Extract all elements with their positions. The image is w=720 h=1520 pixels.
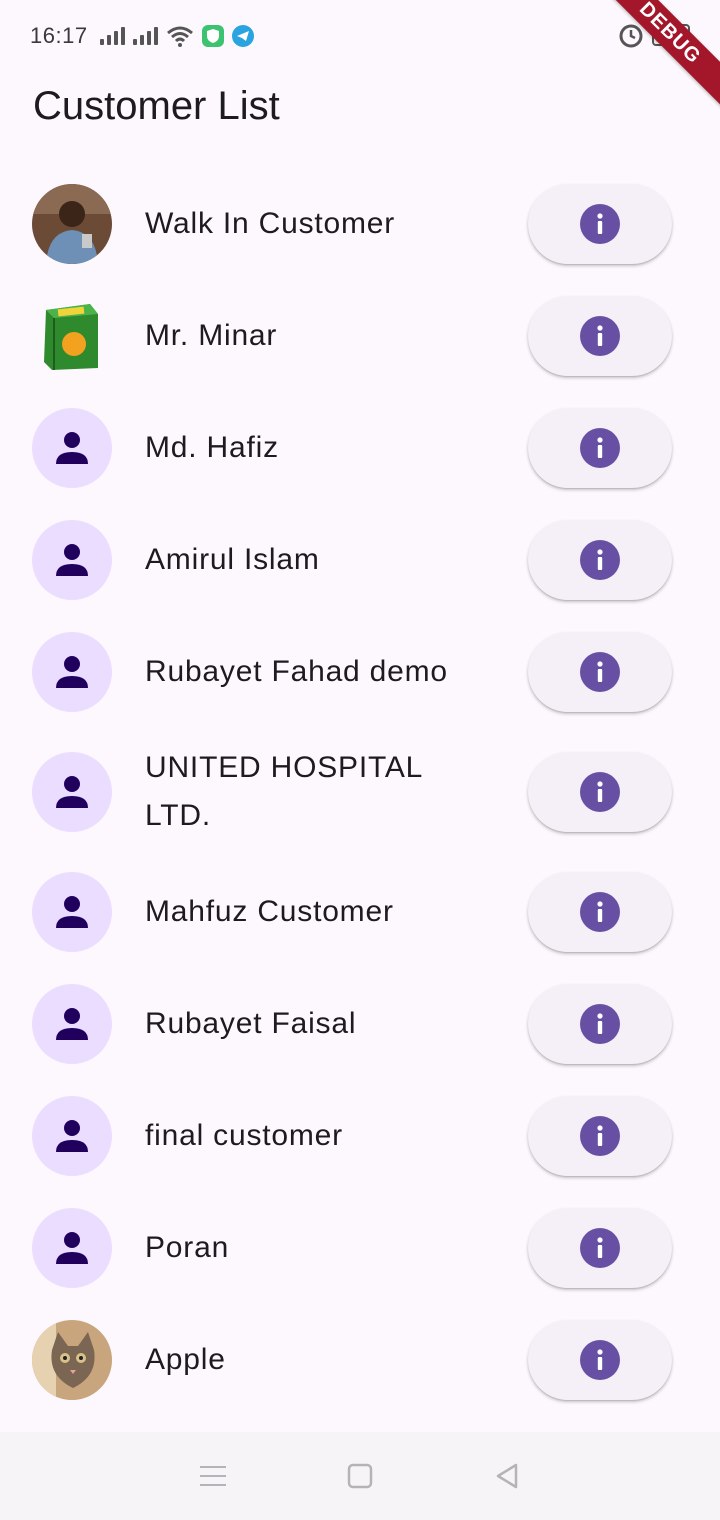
customer-photo-avatar [32, 1320, 112, 1400]
person-avatar [32, 520, 112, 600]
alarm-icon [619, 24, 643, 48]
customer-info-button[interactable] [528, 1096, 672, 1176]
info-icon [580, 1004, 620, 1044]
customer-name: Md. Hafiz [145, 431, 279, 464]
customer-list-item[interactable]: Poran [0, 1192, 720, 1304]
customer-list-item[interactable]: Mr. Minar [0, 280, 720, 392]
status-bar: 16:17 [0, 0, 720, 72]
info-icon [580, 1228, 620, 1268]
back-nav-button[interactable] [477, 1446, 537, 1506]
customer-product-avatar [32, 296, 112, 376]
person-icon [56, 432, 88, 464]
person-icon [56, 1120, 88, 1152]
telegram-icon [231, 25, 254, 47]
customer-list-item[interactable]: Rubayet Fahad demo [0, 616, 720, 728]
customer-name: Amirul Islam [145, 543, 320, 576]
person-icon [56, 776, 88, 808]
signal-icon-2 [132, 27, 158, 45]
system-nav-bar [0, 1432, 720, 1520]
customer-info-button[interactable] [528, 296, 672, 376]
customer-list-item[interactable]: Walk In Customer [0, 168, 720, 280]
customer-list-item[interactable]: Rubayet Faisal [0, 968, 720, 1080]
customer-list-item[interactable]: UNITED HOSPITAL LTD. [0, 728, 720, 856]
customer-name: Mr. Minar [145, 319, 278, 352]
person-icon [56, 1232, 88, 1264]
status-time: 16:17 [30, 23, 88, 48]
info-icon [580, 428, 620, 468]
customer-list-item[interactable]: Md. Hafiz [0, 392, 720, 504]
signal-icon [99, 27, 125, 45]
person-avatar [32, 1096, 112, 1176]
person-avatar [32, 984, 112, 1064]
customer-info-button[interactable] [528, 408, 672, 488]
person-avatar [32, 408, 112, 488]
back-triangle-icon [496, 1463, 517, 1489]
wifi-icon [166, 26, 193, 47]
vpn-app-icon [201, 25, 224, 47]
info-icon [580, 316, 620, 356]
person-avatar [32, 752, 112, 832]
info-icon [580, 204, 620, 244]
person-avatar [32, 632, 112, 712]
menu-nav-button[interactable] [183, 1446, 243, 1506]
person-avatar [32, 1208, 112, 1288]
customer-name: Poran [145, 1231, 230, 1264]
info-icon [580, 772, 620, 812]
person-icon [56, 896, 88, 928]
info-icon [580, 1340, 620, 1380]
info-icon [580, 652, 620, 692]
customer-info-button[interactable] [528, 632, 672, 712]
customer-info-button[interactable] [528, 872, 672, 952]
info-icon [580, 540, 620, 580]
person-avatar [32, 872, 112, 952]
customer-name: Walk In Customer [145, 207, 396, 240]
person-icon [56, 1008, 88, 1040]
customer-info-button[interactable] [528, 1208, 672, 1288]
customer-list-item[interactable]: Amirul Islam [0, 504, 720, 616]
menu-icon [200, 1466, 227, 1486]
customer-list-item[interactable]: final customer [0, 1080, 720, 1192]
customer-list-item[interactable]: Mahfuz Customer [0, 856, 720, 968]
customer-list-item[interactable]: Apple [0, 1304, 720, 1416]
info-icon [580, 1116, 620, 1156]
customer-name: Rubayet Fahad demo [145, 655, 448, 688]
person-icon [56, 656, 88, 688]
home-nav-button[interactable] [330, 1446, 390, 1506]
customer-info-button[interactable] [528, 520, 672, 600]
customer-info-button[interactable] [528, 184, 672, 264]
status-icons [99, 25, 254, 47]
customer-name: Rubayet Faisal [145, 1007, 357, 1040]
info-icon [580, 892, 620, 932]
customer-name: Mahfuz Customer [145, 895, 394, 928]
customer-name: UNITED HOSPITAL LTD. [145, 751, 423, 832]
customer-info-button[interactable] [528, 984, 672, 1064]
person-icon [56, 544, 88, 576]
customer-name: final customer [145, 1119, 343, 1152]
customer-photo-avatar [32, 184, 112, 264]
home-square-icon [347, 1463, 373, 1489]
customer-name: Apple [145, 1343, 226, 1376]
customer-info-button[interactable] [528, 1320, 672, 1400]
page-title: Customer List [33, 84, 280, 128]
customer-info-button[interactable] [528, 752, 672, 832]
customer-list: Walk In Customer Mr. Minar Md. Hafiz Ami… [0, 168, 720, 1416]
